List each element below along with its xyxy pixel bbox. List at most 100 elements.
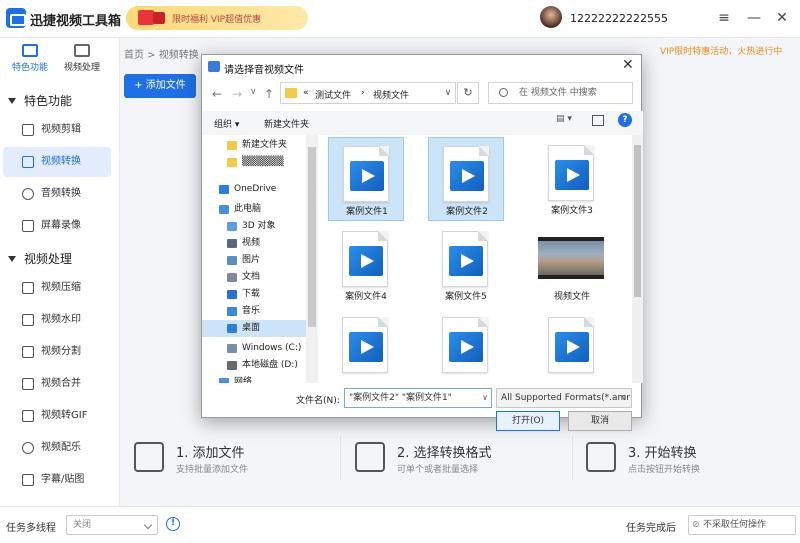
nav-item-label: 新建文件夹 <box>242 140 288 150</box>
search-input[interactable]: 在 视频文件 中搜索 <box>488 82 633 104</box>
nav-item-label: 3D 对象 <box>242 221 276 231</box>
nav-item-this-pc[interactable]: 此电脑 <box>202 201 306 218</box>
nav-scrollbar[interactable] <box>306 135 318 383</box>
nav-item-drive-d[interactable]: 本地磁盘 (D:) <box>202 357 306 374</box>
drive-c-icon <box>227 344 237 353</box>
nav-item-videos[interactable]: 视频 <box>202 235 306 252</box>
nav-item-desktop[interactable]: 桌面 <box>202 320 306 337</box>
menu-icon[interactable]: ≡ <box>714 8 734 28</box>
help-icon[interactable]: ? <box>618 113 632 127</box>
onedrive-icon <box>219 185 229 194</box>
open-button[interactable]: 打开(O) <box>496 411 560 431</box>
music-icon <box>22 442 34 454</box>
after-task-select[interactable]: 不采取任何操作 <box>688 515 796 535</box>
file-item[interactable]: 视频文件 <box>534 223 610 307</box>
promo-banner[interactable]: 限时福利 VIP超值优惠 <box>126 6 308 30</box>
nav-item-documents[interactable]: 文档 <box>202 269 306 286</box>
sidebar-item-video-edit[interactable]: 视频剪辑 <box>3 115 111 145</box>
sidebar-item-compress[interactable]: 视频压缩 <box>3 273 111 303</box>
nav-item-network[interactable]: 网络 <box>202 374 306 383</box>
desktop-icon <box>227 324 237 333</box>
cancel-button[interactable]: 取消 <box>568 411 632 431</box>
username[interactable]: 12222222222555 <box>570 12 668 25</box>
sidebar-item-screen-record[interactable]: 屏幕录像 <box>3 211 111 241</box>
minimize-icon[interactable]: — <box>744 8 764 28</box>
scroll-thumb[interactable] <box>634 145 641 297</box>
audio-icon <box>22 188 34 200</box>
sidebar-item-label: 视频压缩 <box>41 282 81 293</box>
sidebar-item-music[interactable]: 视频配乐 <box>3 433 111 463</box>
close-window-icon[interactable]: ✕ <box>772 8 792 28</box>
avatar[interactable] <box>540 6 562 28</box>
play-icon <box>350 161 384 191</box>
file-item[interactable]: 案例文件2 <box>428 137 504 221</box>
chevron-down-icon[interactable]: ∨ <box>478 389 492 407</box>
file-item[interactable]: 案例文件5 <box>428 223 504 307</box>
split-icon <box>22 346 34 358</box>
video-file-icon <box>342 231 388 287</box>
address-bar[interactable]: « 测试文件 › 视频文件 <box>280 82 456 104</box>
refresh-icon[interactable]: ↻ <box>457 82 479 104</box>
sidebar-item-video-convert[interactable]: 视频转换 <box>3 147 111 177</box>
organize-button[interactable]: 组织 ▾ <box>214 117 239 130</box>
nav-item-label: 文档 <box>242 272 261 282</box>
scroll-thumb[interactable] <box>308 147 316 327</box>
add-file-button[interactable]: + 添加文件 <box>124 74 196 98</box>
sidebar-item-gif[interactable]: 视频转GIF <box>3 401 111 431</box>
vip-banner[interactable]: VIP限时特惠活动，火热进行中 <box>660 44 782 57</box>
file-item[interactable]: 案例文件1 <box>328 137 404 221</box>
multithread-select[interactable]: 关闭 <box>66 515 158 535</box>
chevron-down-icon[interactable]: ∨ <box>618 389 630 407</box>
file-item[interactable]: 案例文件3 <box>534 137 610 221</box>
address-separator: › <box>361 88 365 98</box>
nav-item-downloads[interactable]: 下载 <box>202 286 306 303</box>
sidebar-item-subtitle[interactable]: 字幕/贴图 <box>3 465 111 495</box>
file-item[interactable] <box>328 309 404 383</box>
sidebar-item-audio-convert[interactable]: 音频转换 <box>3 179 111 209</box>
divider <box>340 436 341 480</box>
file-item[interactable] <box>534 309 610 383</box>
file-item[interactable] <box>428 309 504 383</box>
file-type-filter[interactable]: All Supported Formats(*.amr <box>496 388 632 408</box>
chevron-down-icon[interactable]: ∨ <box>439 82 457 104</box>
nav-item-label: 桌面 <box>242 323 261 333</box>
nav-item-3d-objects[interactable]: 3D 对象 <box>202 218 306 235</box>
filename-input[interactable]: "案例文件2" "案例文件1" <box>344 388 492 408</box>
play-clapper-icon <box>586 442 616 472</box>
nav-item-new-folder[interactable]: 新建文件夹 <box>202 137 306 154</box>
file-name: 案例文件5 <box>445 292 487 302</box>
section-special-features[interactable]: 特色功能 <box>8 92 72 109</box>
tab-video-processing[interactable]: 视频处理 <box>59 44 105 80</box>
new-folder-button[interactable]: 新建文件夹 <box>264 117 309 130</box>
back-arrow-icon[interactable]: ← <box>212 87 222 101</box>
add-file-icon <box>134 442 164 472</box>
breadcrumb[interactable]: 首页 > 视频转换 <box>124 46 199 61</box>
sidebar-item-split[interactable]: 视频分割 <box>3 337 111 367</box>
nav-item-onedrive[interactable]: OneDrive <box>202 181 306 198</box>
sidebar-item-merge[interactable]: 视频合并 <box>3 369 111 399</box>
multithread-label: 任务多线程 <box>6 523 56 534</box>
sidebar-item-watermark[interactable]: 视频水印 <box>3 305 111 335</box>
step-title: 1. 添加文件 <box>176 446 245 461</box>
tab-special-features[interactable]: 特色功能 <box>7 44 53 80</box>
nav-item-blurred-folder[interactable]: ▒▒▒▒▒▒ <box>202 154 306 171</box>
info-icon[interactable]: ! <box>166 517 180 531</box>
view-options-button[interactable]: ▤ ▾ <box>556 114 582 130</box>
file-scrollbar[interactable] <box>632 135 643 383</box>
preview-pane-icon[interactable] <box>592 115 604 126</box>
recent-dropdown-icon[interactable]: ∨ <box>250 87 257 97</box>
nav-item-music[interactable]: 音乐 <box>202 303 306 320</box>
nav-item-pictures[interactable]: 图片 <box>202 252 306 269</box>
address-segment[interactable]: 测试文件 <box>315 88 351 101</box>
nav-item-drive-c[interactable]: Windows (C:) <box>202 340 306 357</box>
section-video-processing[interactable]: 视频处理 <box>8 250 72 267</box>
convert-format-icon <box>355 442 385 472</box>
address-segment[interactable]: 视频文件 <box>373 88 409 101</box>
close-icon[interactable]: ✕ <box>622 57 634 73</box>
up-arrow-icon[interactable]: ↑ <box>264 87 274 101</box>
dialog-title: 请选择音视频文件 <box>224 65 304 76</box>
video-file-icon <box>343 146 389 202</box>
file-item[interactable]: 案例文件4 <box>328 223 404 307</box>
forward-arrow-icon[interactable]: → <box>232 87 242 101</box>
video-file-icon <box>442 317 488 373</box>
